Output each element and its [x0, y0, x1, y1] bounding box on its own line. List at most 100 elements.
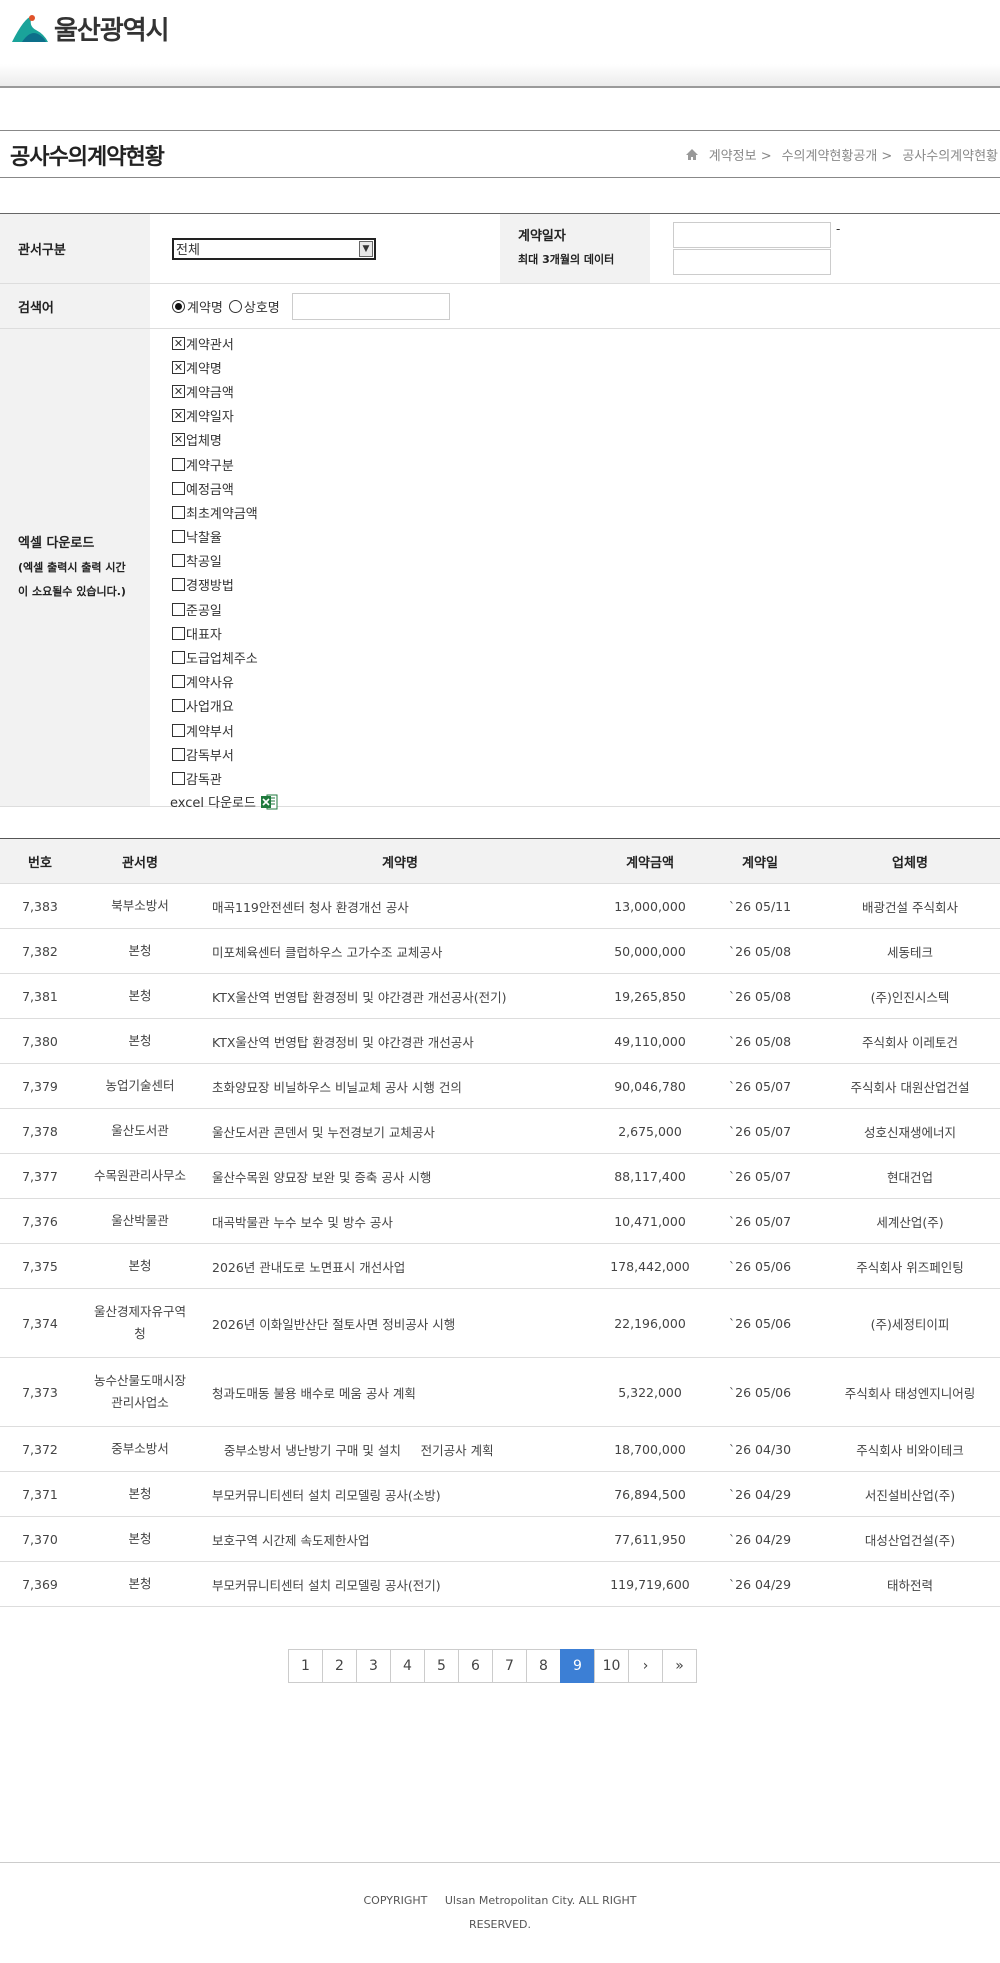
checkbox-empty-icon[interactable]: [172, 699, 185, 713]
keyword-input[interactable]: [291, 292, 450, 320]
cell-amount: 13,000,000: [600, 883, 700, 929]
table-row[interactable]: 7,376 울산박물관 대곡박물관 누수 보수 및 방수 공사 10,471,000 `…: [0, 1198, 1000, 1244]
excel-column-checkbox[interactable]: 사업개요: [170, 694, 278, 718]
table-row[interactable]: 7,369 본청 부모커뮤니티센터 설치 리모델링 공사(전기) 119,719,60…: [0, 1561, 1000, 1607]
page-2-button[interactable]: 2: [322, 1649, 357, 1683]
excel-column-checkbox[interactable]: 감독관: [170, 766, 278, 790]
checkbox-checked-icon[interactable]: ✕: [172, 336, 185, 350]
cell-contract-name[interactable]: 2026년 이화일반산단 절토사면 정비공사 시행: [200, 1288, 600, 1358]
chevron-down-icon[interactable]: ▼: [359, 240, 373, 257]
last-page-button[interactable]: »: [662, 1649, 697, 1683]
cell-contract-name[interactable]: 초화양묘장 비닐하우스 비닐교체 공사 시행 건의: [200, 1063, 600, 1109]
cell-contract-name[interactable]: KTX울산역 번영탑 환경정비 및 야간경관 개선공사: [200, 1018, 600, 1064]
checkbox-empty-icon[interactable]: [172, 602, 185, 616]
checkbox-empty-icon[interactable]: [172, 747, 185, 761]
table-row[interactable]: 7,379 농업기술센터 초화양묘장 비닐하우스 비닐교체 공사 시행 건의 90,0…: [0, 1063, 1000, 1109]
excel-column-checkbox[interactable]: 도급업체주소: [170, 645, 278, 669]
cell-date: `26 05/06: [700, 1288, 820, 1358]
radio-unselected-icon[interactable]: [228, 299, 242, 313]
excel-column-checkbox[interactable]: 감독부서: [170, 742, 278, 766]
table-row[interactable]: 7,380 본청 KTX울산역 번영탑 환경정비 및 야간경관 개선공사 49,110…: [0, 1018, 1000, 1064]
table-row[interactable]: 7,382 본청 미포체육센터 클럽하우스 고가수조 교체공사 50,000,000 `…: [0, 928, 1000, 974]
cell-contract-name[interactable]: 매곡119안전센터 청사 환경개선 공사: [200, 883, 600, 929]
checkbox-empty-icon[interactable]: [172, 505, 185, 519]
checkbox-checked-icon[interactable]: ✕: [172, 384, 185, 398]
page-5-button[interactable]: 5: [424, 1649, 459, 1683]
page-8-button[interactable]: 8: [526, 1649, 561, 1683]
checkbox-checked-icon[interactable]: ✕: [172, 409, 185, 423]
checkbox-empty-icon[interactable]: [172, 457, 185, 471]
cell-contract-name[interactable]: 대곡박물관 누수 보수 및 방수 공사: [200, 1198, 600, 1244]
excel-column-checkbox[interactable]: 경쟁방법: [170, 573, 278, 597]
cell-contract-name[interactable]: 보호구역 시간제 속도제한사업: [200, 1516, 600, 1562]
checkbox-empty-icon[interactable]: [172, 723, 185, 737]
breadcrumb-item-contract-info[interactable]: 계약정보 >: [709, 145, 772, 164]
checkbox-empty-icon[interactable]: [172, 554, 185, 568]
cell-contract-name[interactable]: 울산도서관 콘덴서 및 누전경보기 교체공사: [200, 1108, 600, 1154]
checkbox-checked-icon[interactable]: ✕: [172, 433, 185, 447]
page-10-button[interactable]: 10: [594, 1649, 629, 1683]
table-row[interactable]: 7,375 본청 2026년 관내도로 노면표시 개선사업 178,442,000 `2…: [0, 1243, 1000, 1289]
table-row[interactable]: 7,381 본청 KTX울산역 번영탑 환경정비 및 야간경관 개선공사(전기) 19…: [0, 973, 1000, 1019]
next-page-button[interactable]: ›: [628, 1649, 663, 1683]
checkbox-empty-icon[interactable]: [172, 481, 185, 495]
date-end-input[interactable]: [673, 249, 831, 275]
home-icon[interactable]: [685, 148, 699, 161]
cell-no: 7,376: [0, 1198, 80, 1244]
checkbox-empty-icon[interactable]: [172, 675, 185, 689]
cell-contract-name[interactable]: 2026년 관내도로 노면표시 개선사업: [200, 1243, 600, 1289]
table-row[interactable]: 7,370 본청 보호구역 시간제 속도제한사업 77,611,950 `26 04/2…: [0, 1516, 1000, 1562]
cell-contract-name[interactable]: 부모커뮤니티센터 설치 리모델링 공사(소방): [200, 1471, 600, 1517]
excel-file-icon[interactable]: [260, 794, 278, 810]
cell-contract-name[interactable]: 부모커뮤니티센터 설치 리모델링 공사(전기): [200, 1561, 600, 1607]
office-select[interactable]: 전체 ▼: [172, 237, 376, 260]
cell-company: 주식회사 위즈페인팅: [820, 1243, 1000, 1289]
radio-company-name[interactable]: 상호명: [228, 297, 280, 316]
excel-column-checkbox[interactable]: ✕ 계약관서: [170, 331, 278, 355]
excel-column-checkbox[interactable]: ✕ 업체명: [170, 428, 278, 452]
excel-column-checkbox[interactable]: 최초계약금액: [170, 500, 278, 524]
page-3-button[interactable]: 3: [356, 1649, 391, 1683]
page-4-button[interactable]: 4: [390, 1649, 425, 1683]
cell-contract-name[interactable]: 미포체육센터 클럽하우스 고가수조 교체공사: [200, 928, 600, 974]
excel-column-checkbox[interactable]: 준공일: [170, 597, 278, 621]
table-row[interactable]: 7,374 울산경제자유구역 청 2026년 이화일반산단 절토사면 정비공사 시행 2…: [0, 1288, 1000, 1358]
checkbox-empty-icon[interactable]: [172, 771, 185, 785]
excel-column-checkbox[interactable]: 착공일: [170, 549, 278, 573]
logo[interactable]: 울산광역시: [10, 10, 170, 47]
checkbox-empty-icon[interactable]: [172, 530, 185, 544]
table-row[interactable]: 7,372 중부소방서 중부소방서 냉난방기 구매 및 설치 전기공사 계획 18,…: [0, 1426, 1000, 1472]
excel-column-checkbox[interactable]: 계약사유: [170, 670, 278, 694]
page-9-button[interactable]: 9: [560, 1649, 595, 1683]
excel-column-checkbox[interactable]: 낙찰율: [170, 525, 278, 549]
page-6-button[interactable]: 6: [458, 1649, 493, 1683]
excel-column-checkbox[interactable]: 계약부서: [170, 718, 278, 742]
table-row[interactable]: 7,377 수목원관리사무소 울산수목원 양묘장 보완 및 증축 공사 시행 88,1…: [0, 1153, 1000, 1199]
checkbox-empty-icon[interactable]: [172, 578, 185, 592]
cell-contract-name[interactable]: KTX울산역 번영탑 환경정비 및 야간경관 개선공사(전기): [200, 973, 600, 1019]
excel-column-checkbox[interactable]: ✕ 계약명: [170, 355, 278, 379]
table-row[interactable]: 7,378 울산도서관 울산도서관 콘덴서 및 누전경보기 교체공사 2,675,00…: [0, 1108, 1000, 1154]
table-row[interactable]: 7,373 농수산물도매시장 관리사업소 청과도매동 불용 배수로 메움 공사 계획 5…: [0, 1357, 1000, 1427]
page-1-button[interactable]: 1: [288, 1649, 323, 1683]
page-7-button[interactable]: 7: [492, 1649, 527, 1683]
radio-contract-name[interactable]: 계약명: [172, 297, 223, 316]
checkbox-empty-icon[interactable]: [172, 626, 185, 640]
office-label: 관서구분: [0, 214, 150, 283]
table-row[interactable]: 7,371 본청 부모커뮤니티센터 설치 리모델링 공사(소방) 76,894,500…: [0, 1471, 1000, 1517]
radio-selected-icon[interactable]: [172, 299, 185, 313]
cell-contract-name[interactable]: 울산수목원 양묘장 보완 및 증축 공사 시행: [200, 1153, 600, 1199]
excel-download-link[interactable]: excel 다운로드: [170, 791, 278, 813]
excel-column-checkbox[interactable]: ✕ 계약일자: [170, 404, 278, 428]
checkbox-empty-icon[interactable]: [172, 651, 185, 665]
excel-column-checkbox[interactable]: 대표자: [170, 621, 278, 645]
cell-contract-name[interactable]: 청과도매동 불용 배수로 메움 공사 계획: [200, 1357, 600, 1427]
breadcrumb-item-private-contract[interactable]: 수의계약현황공개 >: [782, 145, 893, 164]
checkbox-checked-icon[interactable]: ✕: [172, 360, 185, 374]
excel-column-checkbox[interactable]: 계약구분: [170, 452, 278, 476]
excel-column-checkbox[interactable]: 예정금액: [170, 476, 278, 500]
excel-column-checkbox[interactable]: ✕ 계약금액: [170, 379, 278, 403]
cell-contract-name[interactable]: 중부소방서 냉난방기 구매 및 설치 전기공사 계획: [200, 1426, 600, 1472]
table-row[interactable]: 7,383 북부소방서 매곡119안전센터 청사 환경개선 공사 13,000,000…: [0, 883, 1000, 929]
date-start-input[interactable]: [673, 222, 831, 248]
